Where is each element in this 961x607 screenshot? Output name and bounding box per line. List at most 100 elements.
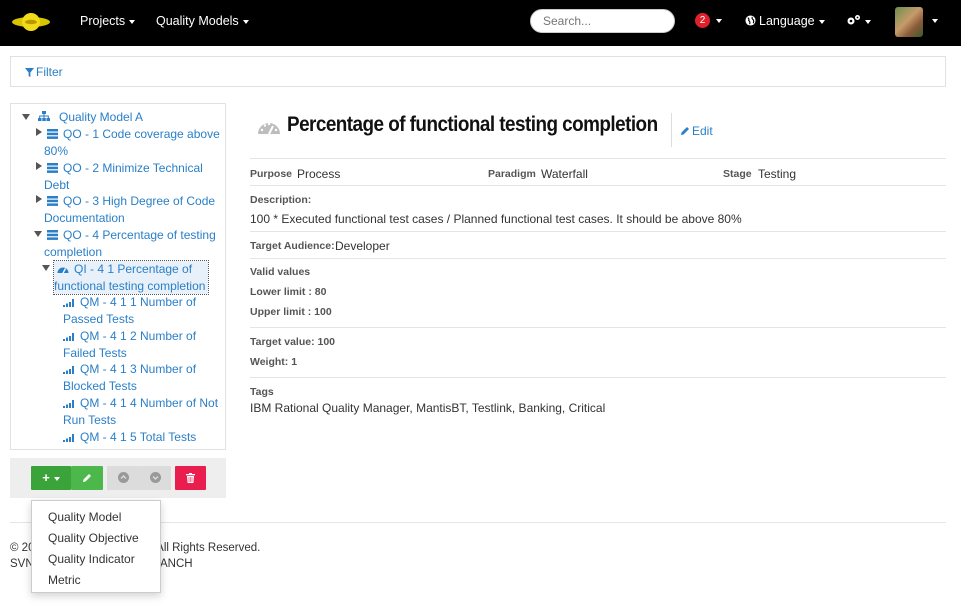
expand-icon[interactable]	[36, 128, 42, 136]
tree-node-label: Quality Model A	[59, 110, 144, 124]
target-value: Target value: 100	[250, 336, 336, 348]
filter-label: Filter	[36, 65, 63, 79]
search-input[interactable]	[530, 9, 675, 33]
target-audience-label: Target Audience:	[250, 240, 335, 252]
title-divider	[671, 113, 672, 147]
tree-node-qi-4-1[interactable]: QI - 4 1 Percentage of functional testin…	[53, 260, 209, 295]
purpose-value: Process	[297, 167, 341, 181]
tree-node-qo-4[interactable]: QO - 4 Percentage of testing completion	[44, 227, 224, 260]
tree-node-label: QO - 3 High Degree of Code	[63, 194, 216, 208]
tree-node-qo-2[interactable]: QO - 2 Minimize Technical Debt	[44, 160, 224, 193]
tags-value: IBM Rational Quality Manager, MantisBT, …	[250, 401, 606, 415]
server-icon	[47, 196, 58, 206]
tree-node-label: Passed Tests	[63, 311, 135, 326]
quality-model-tree: Quality Model A QO - 1 Code coverage abo…	[10, 103, 226, 450]
plus-icon: +	[42, 470, 50, 485]
menu-item-quality-objective[interactable]: Quality Objective	[48, 531, 139, 545]
lower-limit: Lower limit : 80	[250, 286, 327, 298]
description-label: Description:	[250, 194, 312, 206]
dashboard-icon	[258, 122, 280, 135]
move-up-button[interactable]	[107, 466, 139, 490]
move-down-button[interactable]	[139, 466, 171, 490]
tree-node-label: Run Tests	[63, 412, 117, 427]
filter-toggle[interactable]: Filter	[25, 65, 63, 79]
chevron-down-icon	[865, 19, 871, 24]
filter-bar: Filter	[10, 56, 946, 87]
tree-node-label: QM - 4 1 5 Total Tests	[80, 430, 197, 444]
tree-node-qo-1[interactable]: QO - 1 Code coverage above 80%	[44, 126, 224, 159]
notifications-badge[interactable]: 2	[695, 13, 710, 28]
projects-menu-label: Projects	[80, 14, 126, 28]
weight: Weight: 1	[250, 356, 298, 368]
collapse-icon[interactable]	[22, 114, 30, 120]
chevron-down-circle-icon	[149, 472, 161, 483]
server-icon	[47, 230, 58, 240]
quality-models-menu-label: Quality Models	[156, 14, 239, 28]
tree-node-label: QO - 2 Minimize Technical	[63, 161, 203, 175]
server-icon	[47, 163, 58, 173]
stage-label: Stage	[723, 168, 752, 180]
tree-node-qm-4-1-2[interactable]: QM - 4 1 2 Number of Failed Tests	[63, 328, 223, 361]
filter-icon	[25, 68, 34, 77]
divider	[250, 158, 946, 159]
divider	[250, 327, 946, 328]
collapse-icon[interactable]	[34, 231, 42, 237]
paradigm-label: Paradigm	[488, 168, 536, 180]
tree-node-label: QM - 4 1 3 Number of	[80, 362, 197, 376]
user-menu-chevron-icon[interactable]	[932, 19, 938, 23]
tree-node-qm-4-1-3[interactable]: QM - 4 1 3 Number of Blocked Tests	[63, 361, 223, 394]
tree-node-label: Debt	[44, 177, 70, 192]
tree-node-label: completion	[44, 244, 103, 259]
tree-node-quality-model[interactable]: Quality Model A	[38, 109, 143, 126]
settings-menu[interactable]	[846, 14, 871, 28]
tree-node-label: Blocked Tests	[63, 378, 137, 393]
tags-label: Tags	[250, 386, 274, 398]
delete-button[interactable]	[175, 466, 206, 490]
tree-node-qm-4-1-4[interactable]: QM - 4 1 4 Number of Not Run Tests	[63, 395, 225, 428]
tree-node-label: Failed Tests	[63, 345, 127, 360]
divider	[250, 231, 946, 232]
paradigm-value: Waterfall	[541, 167, 588, 181]
collapse-icon[interactable]	[42, 265, 50, 271]
expand-icon[interactable]	[36, 195, 42, 203]
divider	[250, 377, 946, 378]
tree-node-label: QO - 1 Code coverage above	[63, 127, 220, 141]
valid-values-label: Valid values	[250, 266, 311, 278]
tree-node-label: functional testing completion	[54, 278, 206, 293]
tree-node-qm-4-1-5[interactable]: QM - 4 1 5 Total Tests	[63, 429, 223, 446]
quality-models-menu[interactable]: Quality Models	[156, 14, 249, 28]
app-logo[interactable]	[11, 9, 51, 35]
tree-node-label: QO - 4 Percentage of testing	[63, 228, 216, 242]
upper-limit: Upper limit : 100	[250, 306, 332, 318]
add-button[interactable]: +	[31, 466, 71, 490]
tree-node-qm-4-1-1[interactable]: QM - 4 1 1 Number of Passed Tests	[63, 294, 223, 327]
globe-icon	[745, 15, 756, 26]
description-value: 100 * Executed functional test cases / P…	[250, 212, 742, 226]
user-avatar[interactable]	[895, 7, 923, 37]
tree-toolbar: +	[10, 458, 226, 498]
purpose-label: Purpose	[250, 168, 293, 180]
stage-value: Testing	[758, 167, 797, 181]
projects-menu[interactable]: Projects	[80, 14, 136, 28]
chevron-up-circle-icon	[117, 472, 129, 483]
language-menu[interactable]: Language	[745, 14, 825, 28]
divider	[250, 185, 946, 186]
signal-bars-icon	[63, 333, 74, 341]
edit-node-button[interactable]	[71, 466, 103, 490]
tree-node-label: Documentation	[44, 210, 125, 225]
chevron-down-icon	[53, 476, 60, 481]
edit-button[interactable]: Edit	[680, 124, 713, 138]
chevron-down-icon	[129, 19, 136, 24]
pencil-icon	[681, 127, 689, 135]
edit-label: Edit	[692, 124, 713, 138]
footer-version-right: ANCH	[160, 558, 193, 570]
expand-icon[interactable]	[36, 162, 42, 170]
tree-node-qo-3[interactable]: QO - 3 High Degree of Code Documentation	[44, 193, 224, 226]
menu-item-quality-model[interactable]: Quality Model	[48, 510, 121, 524]
menu-item-quality-indicator[interactable]: Quality Indicator	[48, 552, 135, 566]
notifications-chevron-icon[interactable]	[716, 19, 722, 23]
tree-node-label: QM - 4 1 4 Number of Not	[80, 396, 219, 410]
menu-item-metric[interactable]: Metric	[48, 573, 81, 587]
tree-node-label: QM - 4 1 2 Number of	[80, 329, 197, 343]
target-audience-value: Developer	[335, 239, 390, 253]
